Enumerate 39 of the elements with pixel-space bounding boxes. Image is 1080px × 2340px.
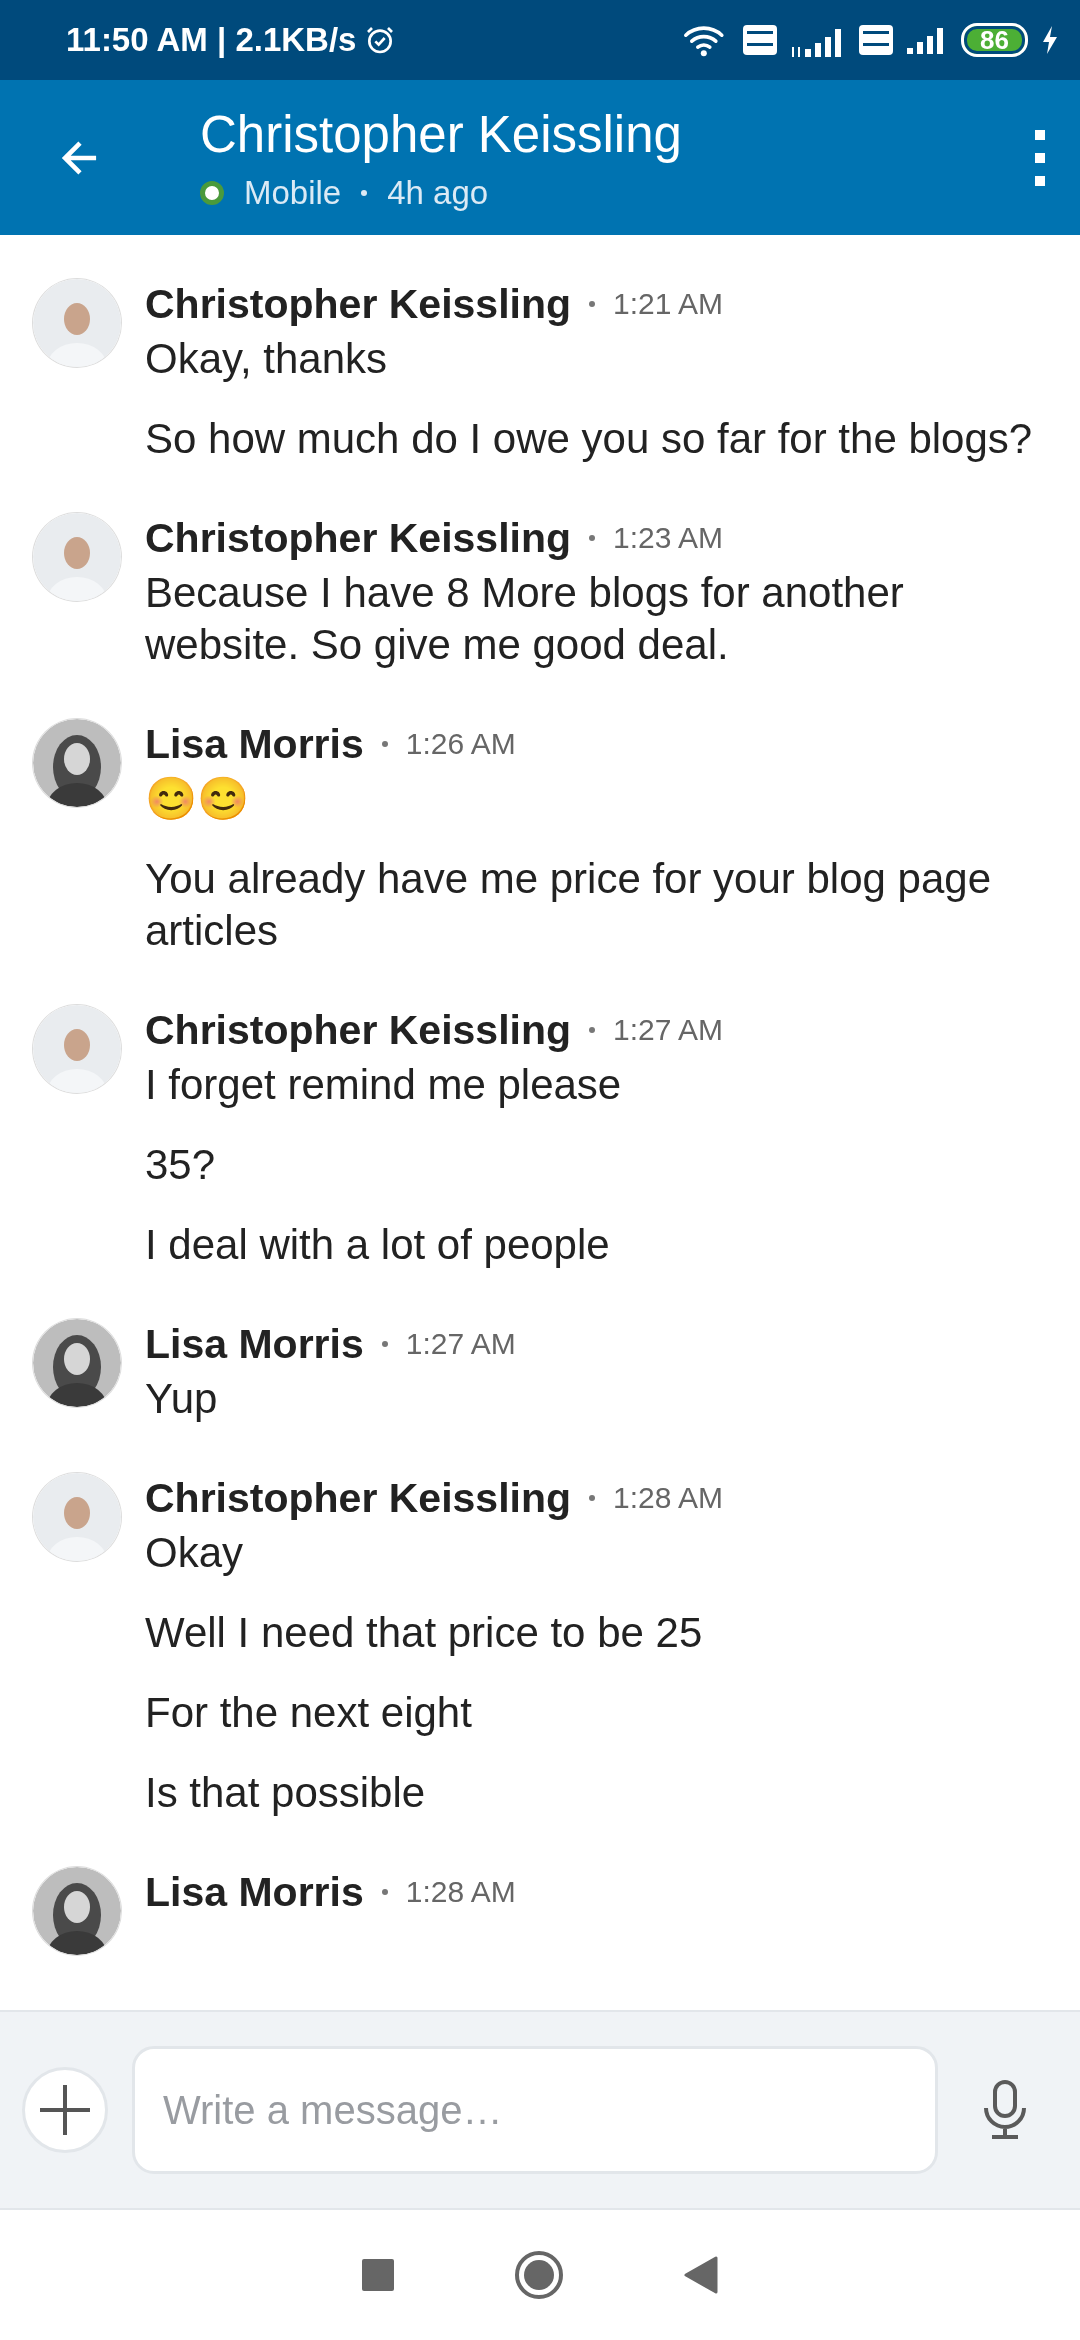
message-time: 1:28 AM (613, 1481, 724, 1515)
status-time: 11:50 AM | 2.1KB/s (66, 21, 357, 59)
sender-name[interactable]: Lisa Morris (145, 1868, 364, 1916)
sender-name[interactable]: Lisa Morris (145, 720, 364, 768)
message-text: Is that possible (145, 1768, 427, 1818)
message-text: For the next eight (145, 1688, 473, 1738)
more-icon (1034, 129, 1046, 186)
microphone-icon[interactable] (982, 2080, 1028, 2140)
home-button[interactable] (514, 2250, 564, 2300)
sender-name[interactable]: Christopher Keissling (145, 280, 571, 328)
message-time: 1:23 AM (613, 521, 724, 555)
message-text: I forget remind me please (145, 1060, 623, 1110)
presence-status: Mobile (244, 173, 342, 212)
message-text: You already have me price for your blog page articles (145, 854, 992, 956)
message-text: Yup (145, 1374, 219, 1424)
last-seen: 4h ago (387, 173, 489, 212)
message-text: 😊😊 (145, 774, 250, 824)
message-text: Well I need that price to be 25 (145, 1608, 704, 1658)
message-time: 1:26 AM (405, 727, 516, 761)
message-time: 1:21 AM (613, 287, 724, 321)
message-time: 1:27 AM (405, 1327, 516, 1361)
back-nav-button[interactable] (684, 2256, 718, 2294)
contact-name: Christopher Keissling (200, 104, 682, 165)
message-time: 1:27 AM (613, 1013, 724, 1047)
message-time: 1:28 AM (405, 1875, 516, 1909)
plus-icon (40, 2085, 90, 2135)
message-text: I deal with a lot of people (145, 1220, 611, 1270)
message-text: Okay, thanks (145, 334, 388, 384)
message-input[interactable]: Write a message… (132, 2046, 938, 2174)
message-text: Okay (145, 1528, 245, 1578)
sender-name[interactable]: Christopher Keissling (145, 514, 571, 562)
sender-name[interactable]: Lisa Morris (145, 1320, 364, 1368)
message-text: 35? (145, 1140, 217, 1190)
sender-name[interactable]: Christopher Keissling (145, 1006, 571, 1054)
charging-icon (1042, 26, 1058, 54)
message-text: So how much do I owe you so far for the blogs? (145, 414, 1033, 464)
battery-indicator: 86 (961, 23, 1028, 57)
message-text: Because I have 8 More blogs for another website. So give me good deal. (145, 568, 905, 670)
sender-name[interactable]: Christopher Keissling (145, 1474, 571, 1522)
